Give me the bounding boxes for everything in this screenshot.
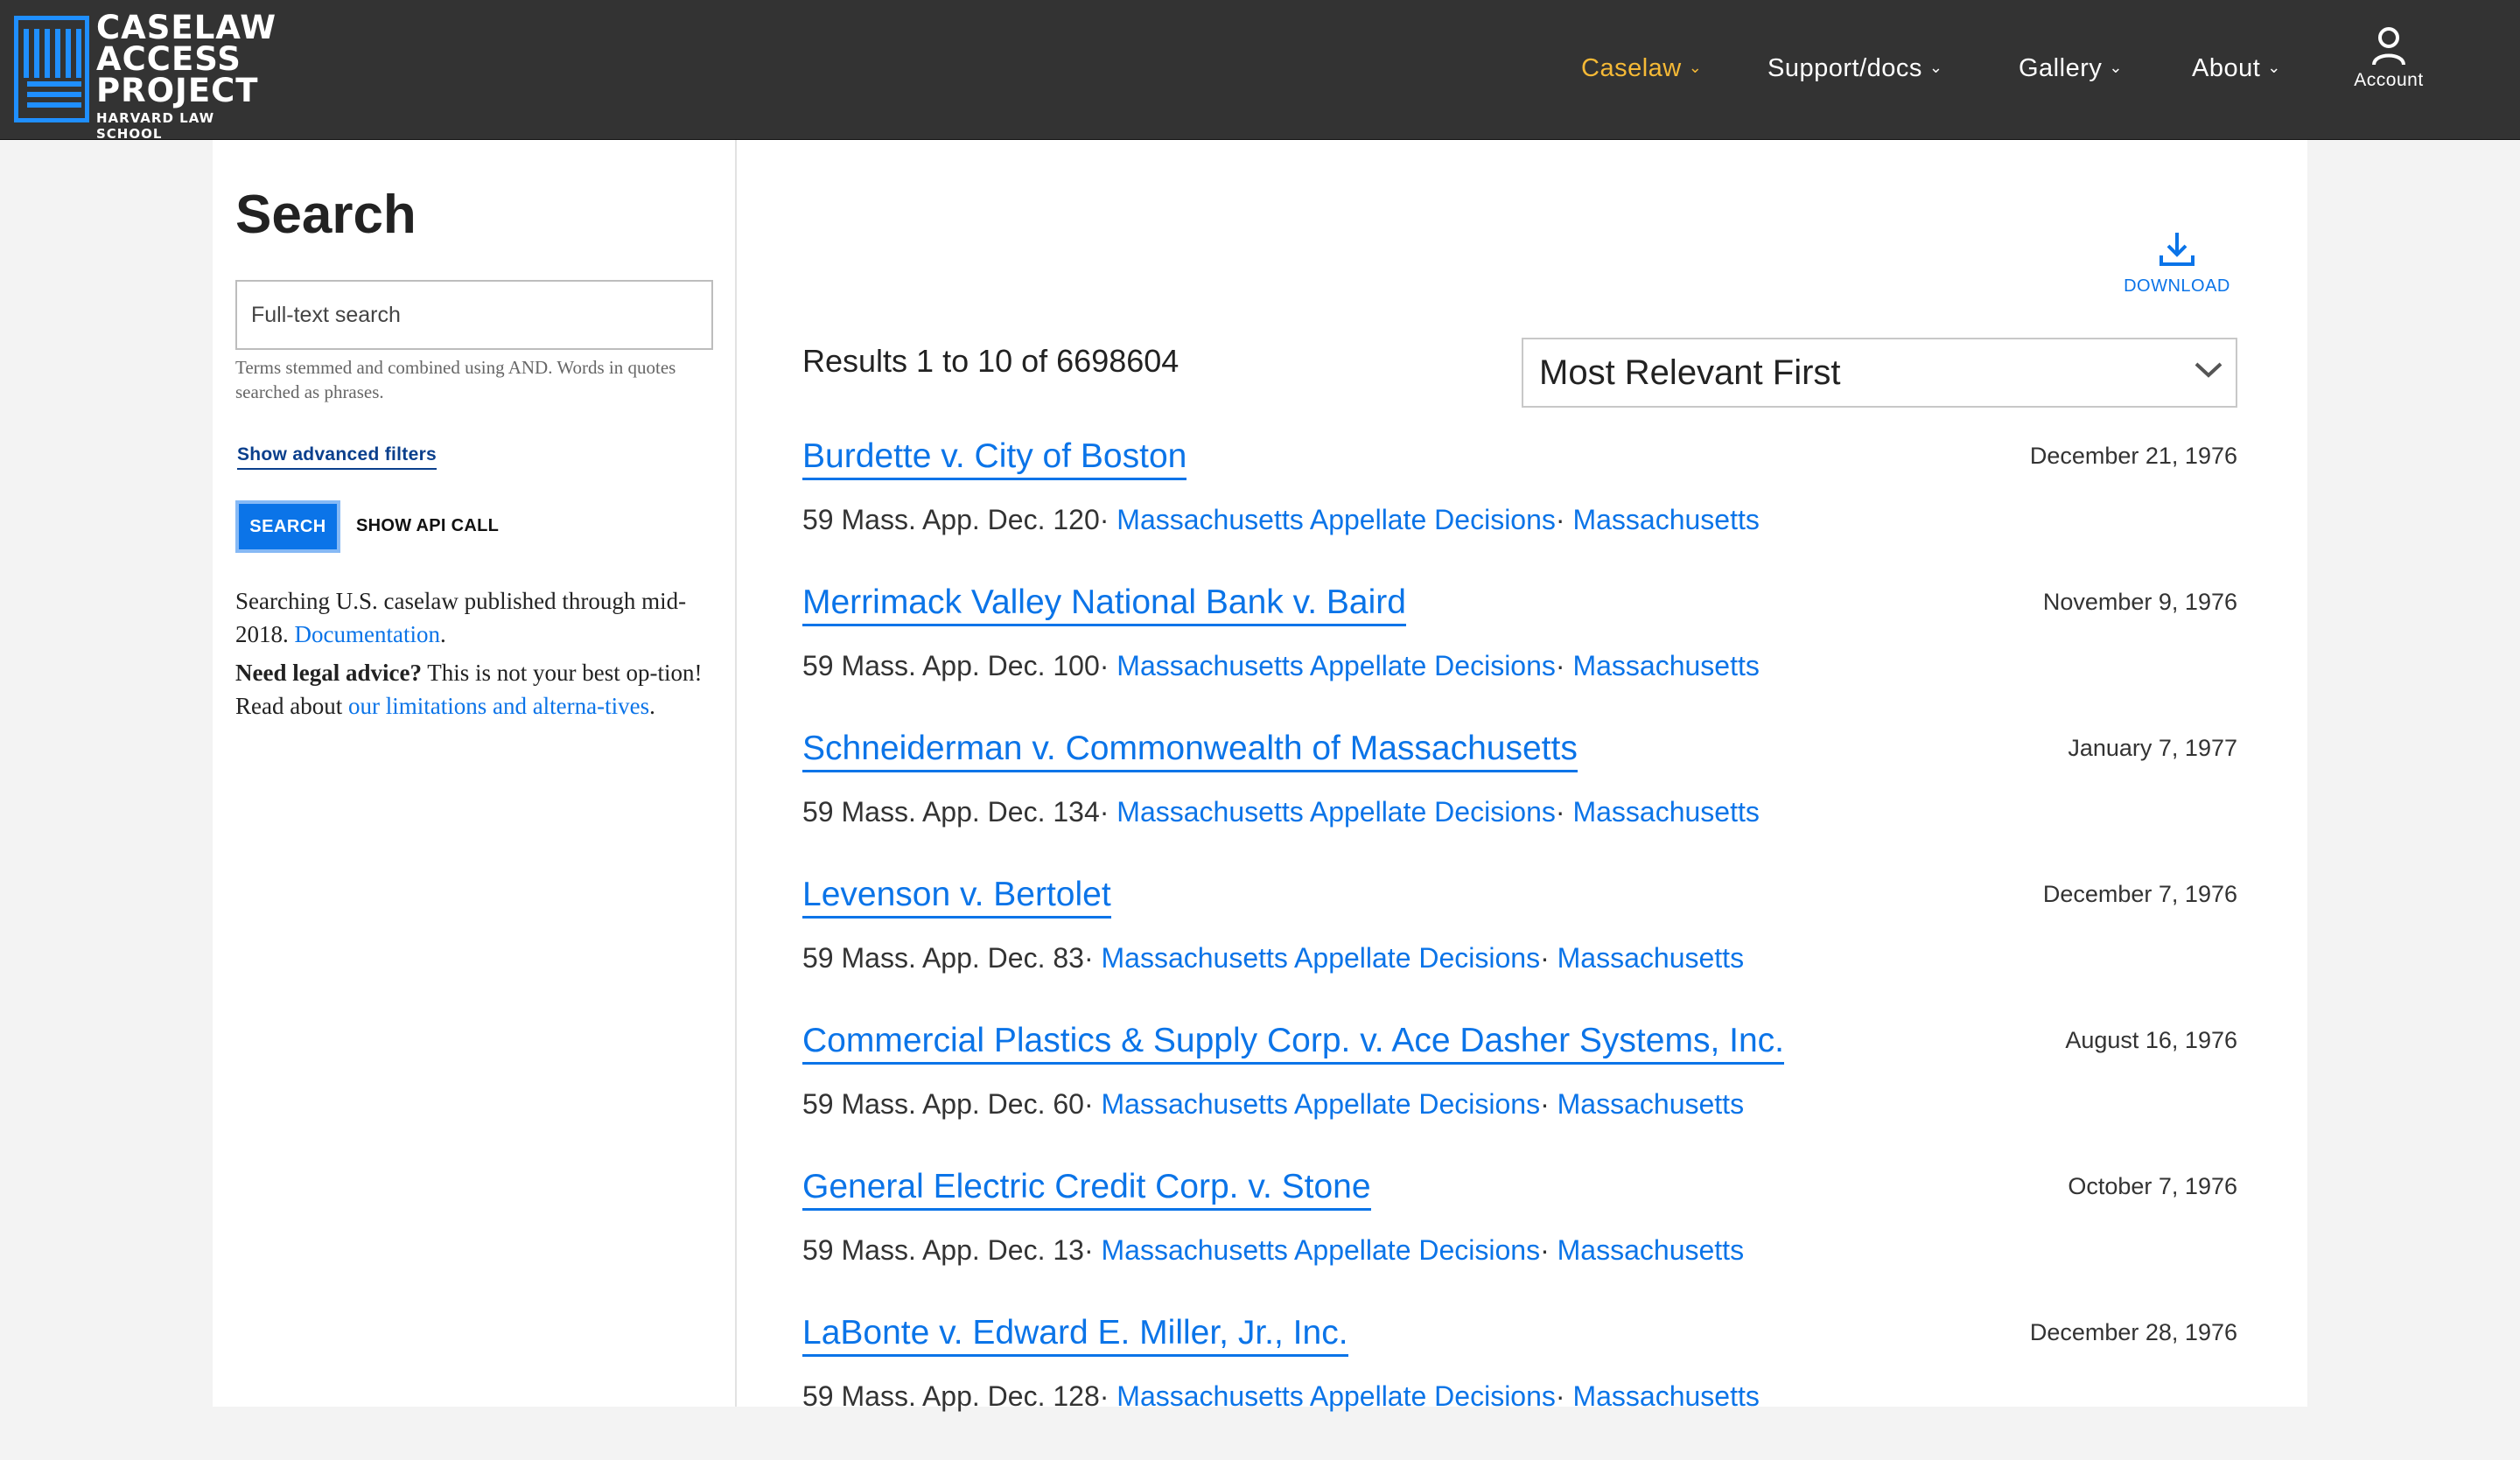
case-meta: 59 Mass. App. Dec. 120· Massachusetts Ap… xyxy=(802,504,1760,535)
search-help-text: Terms stemmed and combined using AND. Wo… xyxy=(235,357,676,402)
nav-gallery[interactable]: Gallery ⌄ xyxy=(2019,54,2123,83)
chevron-down-icon: ⌄ xyxy=(2267,59,2281,76)
chevron-down-icon: ⌄ xyxy=(1928,59,1943,76)
chevron-down-icon xyxy=(2194,362,2222,378)
case-meta: 59 Mass. App. Dec. 83· Massachusetts App… xyxy=(802,942,1745,974)
case-name-link[interactable]: LaBonte v. Edward E. Miller, Jr., Inc. xyxy=(802,1314,1348,1357)
result-item: Commercial Plastics & Supply Corp. v. Ac… xyxy=(802,1022,2246,1168)
citation: 59 Mass. App. Dec. 60 xyxy=(802,1088,1084,1120)
citation: 59 Mass. App. Dec. 128 xyxy=(802,1380,1100,1412)
case-meta: 59 Mass. App. Dec. 13· Massachusetts App… xyxy=(802,1234,1745,1266)
jurisdiction-link[interactable]: Massachusetts xyxy=(1572,504,1759,535)
nav-support-docs-label: Support/docs xyxy=(1768,54,1922,82)
legal-advice-note: Need legal advice? This is not your best… xyxy=(235,656,708,723)
logo-line-1: CASELAW xyxy=(96,9,277,46)
result-item: Merrimack Valley National Bank v. Baird … xyxy=(802,583,2246,730)
show-advanced-filters-link[interactable]: Show advanced filters xyxy=(237,444,438,470)
reporter-link[interactable]: Massachusetts Appellate Decisions xyxy=(1116,504,1556,535)
download-button[interactable]: DOWNLOAD xyxy=(2120,229,2234,297)
case-name-link[interactable]: Levenson v. Bertolet xyxy=(802,876,1111,919)
nav-about-label: About xyxy=(2192,54,2261,82)
result-item: General Electric Credit Corp. v. Stone O… xyxy=(802,1168,2246,1314)
search-button[interactable]: SEARCH xyxy=(235,500,340,553)
coverage-end: . xyxy=(439,621,446,647)
case-meta: 59 Mass. App. Dec. 60· Massachusetts App… xyxy=(802,1088,1745,1120)
sort-selected-value: Most Relevant First xyxy=(1539,353,1841,392)
case-meta: 59 Mass. App. Dec. 100· Massachusetts Ap… xyxy=(802,650,1760,681)
top-navbar: CASELAW ACCESS PROJECT HARVARD LAW SCHOO… xyxy=(0,0,2520,142)
user-icon xyxy=(2372,27,2405,66)
case-name-link[interactable]: Commercial Plastics & Supply Corp. v. Ac… xyxy=(802,1022,1784,1065)
case-meta: 59 Mass. App. Dec. 134· Massachusetts Ap… xyxy=(802,796,1760,828)
decision-date: December 28, 1976 xyxy=(2029,1319,2237,1345)
decision-date: August 16, 1976 xyxy=(2065,1027,2237,1053)
account-label: Account xyxy=(2354,70,2424,90)
sort-select[interactable]: Most Relevant First xyxy=(1522,338,2237,408)
jurisdiction-link[interactable]: Massachusetts xyxy=(1558,942,1744,974)
cap-logo[interactable]: CASELAW ACCESS PROJECT HARVARD LAW SCHOO… xyxy=(14,11,276,142)
case-name-link[interactable]: Merrimack Valley National Bank v. Baird xyxy=(802,583,1406,626)
chevron-down-icon: ⌄ xyxy=(2109,59,2123,76)
limitations-link[interactable]: our limitations and alterna-tives xyxy=(348,693,649,719)
logo-mark-icon xyxy=(14,16,89,122)
coverage-note: Searching U.S. caselaw published through… xyxy=(235,584,708,651)
case-name-link[interactable]: Burdette v. City of Boston xyxy=(802,437,1187,480)
case-meta: 59 Mass. App. Dec. 128· Massachusetts Ap… xyxy=(802,1380,1760,1412)
decision-date: December 21, 1976 xyxy=(2029,443,2237,469)
reporter-link[interactable]: Massachusetts Appellate Decisions xyxy=(1102,1088,1541,1120)
decision-date: December 7, 1976 xyxy=(2042,881,2237,907)
nav-caselaw[interactable]: Caselaw ⌄ xyxy=(1581,54,1702,83)
jurisdiction-link[interactable]: Massachusetts xyxy=(1558,1234,1744,1266)
logo-line-2: ACCESS xyxy=(96,40,242,78)
account-button[interactable]: Account xyxy=(2345,26,2432,91)
search-info: Searching U.S. caselaw published through… xyxy=(235,584,708,728)
column-divider xyxy=(735,140,737,1407)
decision-date: October 7, 1976 xyxy=(2068,1173,2237,1199)
logo-text: CASELAW ACCESS PROJECT HARVARD LAW SCHOO… xyxy=(96,9,277,142)
citation: 59 Mass. App. Dec. 13 xyxy=(802,1234,1084,1266)
download-icon xyxy=(2160,233,2194,266)
result-item: Schneiderman v. Commonwealth of Massachu… xyxy=(802,730,2246,876)
citation: 59 Mass. App. Dec. 100 xyxy=(802,650,1100,681)
main-content: Search Terms stemmed and combined using … xyxy=(213,140,2307,1412)
decision-date: November 9, 1976 xyxy=(2042,589,2237,615)
decision-date: January 7, 1977 xyxy=(2068,735,2237,761)
reporter-link[interactable]: Massachusetts Appellate Decisions xyxy=(1102,942,1541,974)
nav-caselaw-label: Caselaw xyxy=(1581,54,1682,82)
citation: 59 Mass. App. Dec. 83 xyxy=(802,942,1084,974)
case-name-link[interactable]: Schneiderman v. Commonwealth of Massachu… xyxy=(802,730,1578,772)
page-title: Search xyxy=(235,185,416,245)
reporter-link[interactable]: Massachusetts Appellate Decisions xyxy=(1116,1380,1556,1412)
nav-support-docs[interactable]: Support/docs ⌄ xyxy=(1768,54,1942,83)
chevron-down-icon: ⌄ xyxy=(1688,59,1703,76)
jurisdiction-link[interactable]: Massachusetts xyxy=(1572,650,1759,681)
download-label: DOWNLOAD xyxy=(2124,276,2230,296)
reporter-link[interactable]: Massachusetts Appellate Decisions xyxy=(1102,1234,1541,1266)
result-item: Levenson v. Bertolet December 7, 1976 59… xyxy=(802,876,2246,1022)
citation: 59 Mass. App. Dec. 134 xyxy=(802,796,1100,828)
jurisdiction-link[interactable]: Massachusetts xyxy=(1572,1380,1759,1412)
results-count: Results 1 to 10 of 6698604 xyxy=(802,343,1180,379)
search-input[interactable] xyxy=(235,280,713,350)
legal-advice-heading: Need legal advice? xyxy=(235,660,422,686)
legal-advice-end: . xyxy=(649,693,655,719)
case-name-link[interactable]: General Electric Credit Corp. v. Stone xyxy=(802,1168,1371,1211)
jurisdiction-link[interactable]: Massachusetts xyxy=(1558,1088,1744,1120)
jurisdiction-link[interactable]: Massachusetts xyxy=(1572,796,1759,828)
citation: 59 Mass. App. Dec. 120 xyxy=(802,504,1100,535)
result-item: Burdette v. City of Boston December 21, … xyxy=(802,437,2246,583)
nav-about[interactable]: About ⌄ xyxy=(2192,54,2281,83)
reporter-link[interactable]: Massachusetts Appellate Decisions xyxy=(1116,796,1556,828)
reporter-link[interactable]: Massachusetts Appellate Decisions xyxy=(1116,650,1556,681)
show-api-call-button[interactable]: SHOW API CALL xyxy=(356,516,499,536)
logo-line-3: PROJECT xyxy=(96,72,259,109)
documentation-link[interactable]: Documentation xyxy=(295,621,440,647)
result-item: LaBonte v. Edward E. Miller, Jr., Inc. D… xyxy=(802,1314,2246,1460)
logo-subtitle: HARVARD LAW SCHOOL xyxy=(96,110,215,142)
nav-gallery-label: Gallery xyxy=(2019,54,2103,82)
